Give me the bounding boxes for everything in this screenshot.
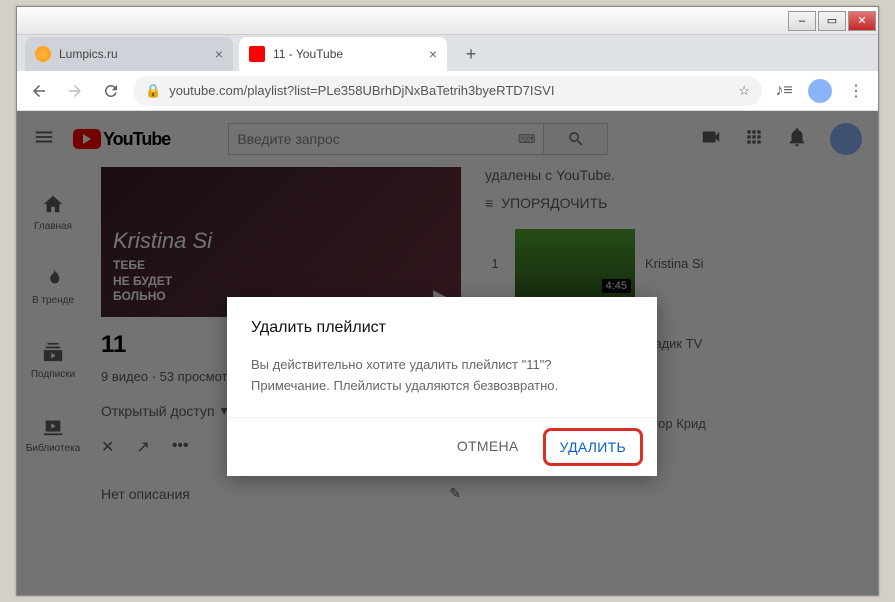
tab-title: 11 - YouTube <box>273 47 343 61</box>
close-window-button[interactable]: ✕ <box>848 11 876 31</box>
dialog-message-1: Вы действительно хотите удалить плейлист… <box>251 355 633 376</box>
minimize-button[interactable]: – <box>788 11 816 31</box>
lock-icon: 🔒 <box>145 83 161 99</box>
browser-chrome: Lumpics.ru × 11 - YouTube × + 🔒 youtube.… <box>17 35 878 595</box>
browser-tab-youtube[interactable]: 11 - YouTube × <box>239 37 447 71</box>
reload-button[interactable] <box>97 77 125 105</box>
tab-strip: Lumpics.ru × 11 - YouTube × + <box>17 35 878 71</box>
media-icon[interactable]: ♪≡ <box>770 77 798 105</box>
favicon-icon <box>249 46 265 62</box>
star-icon[interactable]: ☆ <box>738 83 750 99</box>
delete-button[interactable]: УДАЛИТЬ <box>543 428 643 466</box>
menu-icon[interactable]: ⋮ <box>842 77 870 105</box>
tab-close-icon[interactable]: × <box>429 46 437 62</box>
dialog-message-2: Примечание. Плейлисты удаляются безвозвр… <box>251 376 633 397</box>
browser-tab-lumpics[interactable]: Lumpics.ru × <box>25 37 233 71</box>
titlebar: – ▭ ✕ <box>17 7 878 35</box>
delete-playlist-dialog: Удалить плейлист Вы действительно хотите… <box>227 297 657 476</box>
dialog-title: Удалить плейлист <box>251 319 633 337</box>
url-input[interactable]: 🔒 youtube.com/playlist?list=PLe358UBrhDj… <box>133 76 762 106</box>
page-viewport: YouTube Введите запрос ⌨ Глав <box>17 111 878 595</box>
new-tab-button[interactable]: + <box>457 40 485 68</box>
address-bar: 🔒 youtube.com/playlist?list=PLe358UBrhDj… <box>17 71 878 111</box>
url-text: youtube.com/playlist?list=PLe358UBrhDjNx… <box>169 83 554 98</box>
favicon-icon <box>35 46 51 62</box>
tab-title: Lumpics.ru <box>59 47 118 61</box>
forward-button[interactable] <box>61 77 89 105</box>
maximize-button[interactable]: ▭ <box>818 11 846 31</box>
cancel-button[interactable]: ОТМЕНА <box>441 428 535 466</box>
profile-avatar[interactable] <box>806 77 834 105</box>
back-button[interactable] <box>25 77 53 105</box>
os-window: – ▭ ✕ Lumpics.ru × 11 - YouTube × + 🔒 yo <box>16 6 879 596</box>
tab-close-icon[interactable]: × <box>215 46 223 62</box>
